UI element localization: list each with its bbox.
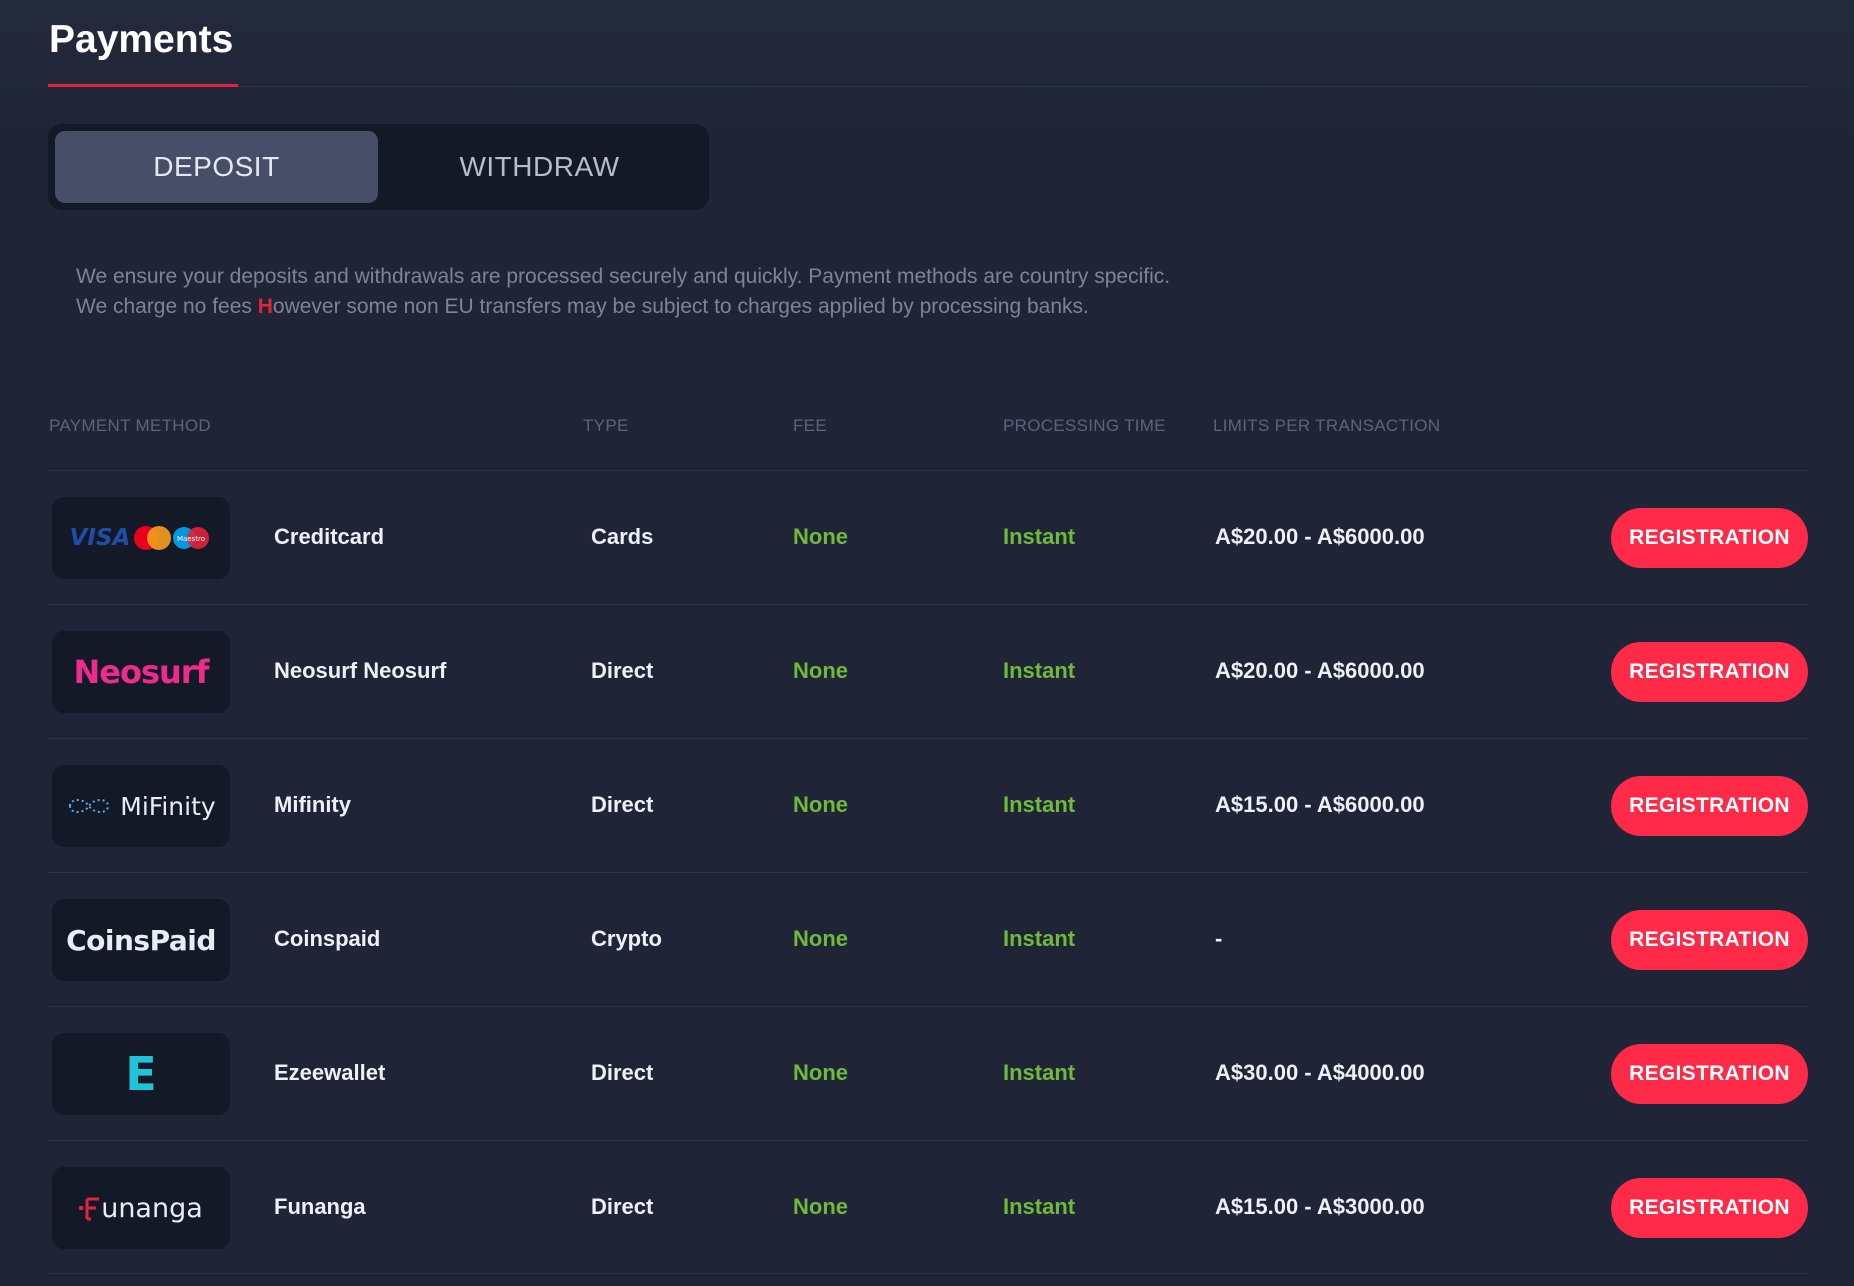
method-type: Direct bbox=[591, 1060, 654, 1085]
method-fee: None bbox=[793, 926, 848, 951]
method-limits: A$15.00 - A$6000.00 bbox=[1215, 792, 1425, 817]
header-processing-time: PROCESSING TIME bbox=[1003, 416, 1166, 435]
method-name: Ezeewallet bbox=[274, 1060, 386, 1085]
registration-button[interactable]: REGISTRATION bbox=[1611, 1044, 1808, 1104]
registration-button[interactable]: REGISTRATION bbox=[1611, 776, 1808, 836]
method-processing-time: Instant bbox=[1003, 926, 1076, 951]
visa-logo-text: VISA bbox=[69, 525, 131, 551]
method-processing-time: Instant bbox=[1003, 792, 1076, 817]
ezeewallet-logo-text: E bbox=[125, 1047, 157, 1101]
method-processing-time: Instant bbox=[1003, 1060, 1076, 1085]
method-fee: None bbox=[793, 1060, 848, 1085]
method-name: Neosurf Neosurf bbox=[274, 658, 447, 683]
mifinity-logo-text: MiFinity bbox=[120, 791, 216, 821]
neosurf-logo-text: Neosurf bbox=[73, 653, 210, 691]
info-line-2-start: We charge no fees bbox=[76, 295, 258, 318]
table-row: unanga Funanga Direct None Instant A$15.… bbox=[48, 1140, 1808, 1274]
method-limits: - bbox=[1215, 926, 1223, 951]
tab-withdraw[interactable]: WITHDRAW bbox=[378, 131, 701, 203]
table-row: MiFinity Mifinity Direct None Instant A$… bbox=[48, 738, 1808, 872]
visa-mastercard-maestro-logo: VISA Maestro bbox=[52, 497, 230, 579]
coinspaid-logo-text: CoinsPaid bbox=[66, 923, 216, 957]
info-highlight: H bbox=[257, 295, 273, 318]
ezeewallet-logo: E bbox=[52, 1033, 230, 1115]
method-fee: None bbox=[793, 1194, 848, 1219]
table-row: CoinsPaid Coinspaid Crypto None Instant … bbox=[48, 872, 1808, 1006]
title-divider bbox=[48, 86, 1808, 87]
info-line-2-end: owever some non EU transfers may be subj… bbox=[272, 295, 1089, 318]
neosurf-logo: Neosurf bbox=[52, 631, 230, 713]
table-header: PAYMENT METHOD TYPE FEE PROCESSING TIME … bbox=[49, 412, 1809, 452]
method-limits: A$20.00 - A$6000.00 bbox=[1215, 658, 1425, 683]
table-row: E Ezeewallet Direct None Instant A$30.00… bbox=[48, 1006, 1808, 1140]
registration-button[interactable]: REGISTRATION bbox=[1611, 642, 1808, 702]
method-name: Funanga bbox=[274, 1194, 366, 1219]
funanga-f-icon bbox=[79, 1197, 100, 1221]
method-processing-time: Instant bbox=[1003, 1194, 1076, 1219]
header-type: TYPE bbox=[583, 416, 629, 435]
payment-info-text: We ensure your deposits and withdrawals … bbox=[76, 262, 1170, 322]
method-limits: A$30.00 - A$4000.00 bbox=[1215, 1060, 1425, 1085]
method-name: Coinspaid bbox=[274, 926, 381, 951]
funanga-logo: unanga bbox=[52, 1167, 230, 1249]
coinspaid-logo: CoinsPaid bbox=[52, 899, 230, 981]
method-fee: None bbox=[793, 658, 848, 683]
method-fee: None bbox=[793, 524, 848, 549]
method-name: Mifinity bbox=[274, 792, 351, 817]
method-limits: A$15.00 - A$3000.00 bbox=[1215, 1194, 1425, 1219]
table-row: VISA Maestro Creditcard Cards None Insta… bbox=[48, 470, 1808, 604]
card-brand-circles-icon: Maestro bbox=[134, 526, 210, 550]
registration-button[interactable]: REGISTRATION bbox=[1611, 1178, 1808, 1238]
info-line-2: We charge no fees However some non EU tr… bbox=[76, 292, 1170, 322]
mifinity-logo: MiFinity bbox=[52, 765, 230, 847]
header-payment-method: PAYMENT METHOD bbox=[49, 416, 211, 435]
info-line-1: We ensure your deposits and withdrawals … bbox=[76, 265, 1171, 288]
title-underline bbox=[48, 84, 238, 87]
registration-button[interactable]: REGISTRATION bbox=[1611, 910, 1808, 970]
tab-deposit[interactable]: DEPOSIT bbox=[55, 131, 378, 203]
funanga-logo-text: unanga bbox=[101, 1192, 203, 1224]
table-row: Neosurf Neosurf Neosurf Direct None Inst… bbox=[48, 604, 1808, 738]
method-processing-time: Instant bbox=[1003, 658, 1076, 683]
method-type: Direct bbox=[591, 1194, 654, 1219]
method-name: Creditcard bbox=[274, 524, 385, 549]
infinity-dots-icon bbox=[69, 799, 110, 813]
method-type: Direct bbox=[591, 792, 654, 817]
method-type: Crypto bbox=[591, 926, 662, 951]
header-limits: LIMITS PER TRANSACTION bbox=[1213, 416, 1441, 435]
method-limits: A$20.00 - A$6000.00 bbox=[1215, 524, 1425, 549]
payments-page: Payments DEPOSIT WITHDRAW We ensure your… bbox=[0, 0, 1854, 1286]
deposit-withdraw-tabs: DEPOSIT WITHDRAW bbox=[48, 124, 709, 210]
maestro-logo-text: Maestro bbox=[177, 535, 205, 543]
method-type: Direct bbox=[591, 658, 654, 683]
payment-methods-table: VISA Maestro Creditcard Cards None Insta… bbox=[48, 470, 1808, 1274]
registration-button[interactable]: REGISTRATION bbox=[1611, 508, 1808, 568]
header-fee: FEE bbox=[793, 416, 827, 435]
page-title: Payments bbox=[49, 18, 234, 61]
method-processing-time: Instant bbox=[1003, 524, 1076, 549]
method-type: Cards bbox=[591, 524, 654, 549]
method-fee: None bbox=[793, 792, 848, 817]
